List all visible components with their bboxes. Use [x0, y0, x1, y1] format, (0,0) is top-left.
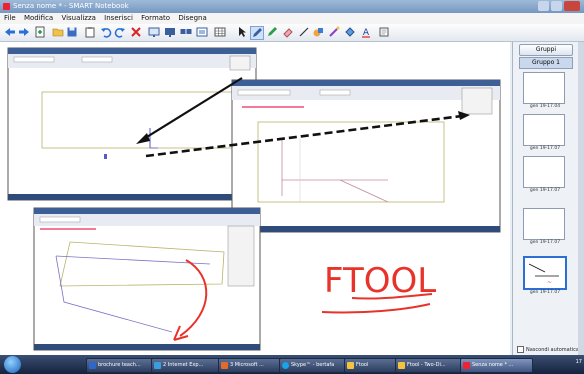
- taskbar-item-skype[interactable]: Skype™ - bertafa: [279, 358, 354, 373]
- taskbar: brochure teach... 2 Internet Exp... 3 Mi…: [0, 355, 584, 374]
- capture-icon[interactable]: [196, 26, 208, 38]
- screenshot-ftool-3[interactable]: [33, 207, 261, 351]
- autohide-option[interactable]: Nascondi automatica: [517, 346, 579, 353]
- internet-explorer-icon: [154, 362, 161, 369]
- minimize-button[interactable]: [538, 1, 549, 11]
- taskbar-item-brochure[interactable]: brochure teach...: [86, 358, 161, 373]
- menu-modifica[interactable]: Modifica: [24, 14, 53, 22]
- menu-visualizza[interactable]: Visualizza: [61, 14, 95, 22]
- whiteboard-canvas[interactable]: FTOOL: [0, 42, 510, 355]
- menu-inserisci[interactable]: Inserisci: [104, 14, 133, 22]
- fill-icon[interactable]: [344, 26, 356, 38]
- smart-notebook-icon: [463, 362, 470, 369]
- page-thumbnail-label-1: gen 19-17.04: [529, 104, 561, 109]
- word-icon: [89, 362, 96, 369]
- redo-icon[interactable]: [114, 26, 126, 38]
- start-button[interactable]: [4, 356, 21, 373]
- group-label[interactable]: Gruppo 1: [519, 57, 573, 69]
- window-title: Senza nome * - SMART Notebook: [13, 2, 129, 10]
- properties-icon[interactable]: [378, 26, 390, 38]
- forward-arrow-icon[interactable]: [18, 26, 30, 38]
- screen-shade-icon[interactable]: [148, 26, 160, 38]
- side-tab-strip[interactable]: [578, 42, 584, 355]
- line-icon[interactable]: [298, 26, 310, 38]
- groups-button[interactable]: Gruppi: [519, 44, 573, 56]
- office-icon: [221, 362, 228, 369]
- ftool-icon: [347, 362, 354, 369]
- page-thumbnail-4[interactable]: [523, 208, 565, 240]
- menu-formato[interactable]: Formato: [141, 14, 170, 22]
- menu-disegna[interactable]: Disegna: [178, 14, 206, 22]
- select-arrow-icon[interactable]: [236, 26, 248, 38]
- pen-icon[interactable]: [250, 26, 264, 40]
- add-page-icon[interactable]: [34, 26, 46, 38]
- page-drawing: FTOOL: [7, 47, 501, 351]
- autohide-checkbox[interactable]: [517, 346, 524, 353]
- taskbar-item-internet-explorer[interactable]: 2 Internet Exp...: [151, 358, 228, 373]
- page-thumbnail-label-4: gen 19-17.07: [529, 240, 561, 245]
- toolbar: A: [0, 24, 584, 42]
- creative-pen-icon[interactable]: [266, 26, 278, 38]
- page-thumbnail-3[interactable]: [523, 156, 565, 188]
- autohide-label: Nascondi automatica: [526, 346, 579, 353]
- page-thumbnail-1[interactable]: [523, 72, 565, 104]
- undo-icon[interactable]: [100, 26, 112, 38]
- taskbar-item-smart-notebook[interactable]: Senza nome * ...: [460, 358, 533, 373]
- title-bar: Senza nome * - SMART Notebook: [0, 0, 584, 13]
- svg-text:~: ~: [547, 279, 552, 286]
- text-icon[interactable]: A: [360, 26, 372, 38]
- page-thumbnail-label-2: gen 19-17.07: [529, 146, 561, 151]
- menu-bar: File Modifica Visualizza Inserisci Forma…: [0, 13, 584, 24]
- maximize-button[interactable]: [551, 1, 562, 11]
- taskbar-item-ftool-two-di[interactable]: Ftool - Two-Di...: [395, 358, 470, 373]
- page-thumbnail-label-3: gen 19-17.07: [529, 188, 561, 193]
- handwriting-underline-2[interactable]: [321, 303, 431, 314]
- dual-display-icon[interactable]: [180, 26, 192, 38]
- skype-icon: [282, 362, 289, 369]
- table-icon[interactable]: [214, 26, 226, 38]
- shapes-icon[interactable]: [312, 26, 324, 38]
- magic-pen-icon[interactable]: [328, 26, 340, 38]
- screenshot-ftool-1[interactable]: [7, 47, 257, 201]
- ftool-icon: [398, 362, 405, 369]
- screenshot-ftool-2[interactable]: [231, 79, 501, 233]
- open-folder-icon[interactable]: [52, 26, 64, 38]
- close-button[interactable]: [564, 1, 580, 11]
- page-thumbnail-2[interactable]: [523, 114, 565, 146]
- page-sorter-panel: Gruppi Gruppo 1 gen 19-17.04 gen 19-17.0…: [512, 42, 579, 355]
- full-screen-icon[interactable]: [164, 26, 176, 38]
- page-thumbnail-label-5: gen 19-17.07: [529, 290, 561, 295]
- system-clock[interactable]: 17: [576, 359, 582, 365]
- save-icon[interactable]: [66, 26, 78, 38]
- delete-icon[interactable]: [130, 26, 142, 38]
- page-thumbnail-5[interactable]: ~: [523, 256, 567, 290]
- smart-notebook-icon: [3, 3, 10, 10]
- back-arrow-icon[interactable]: [4, 26, 16, 38]
- thumbnail-preview: ~: [528, 263, 559, 286]
- paste-icon[interactable]: [84, 26, 96, 38]
- menu-file[interactable]: File: [4, 14, 16, 22]
- eraser-icon[interactable]: [282, 26, 294, 38]
